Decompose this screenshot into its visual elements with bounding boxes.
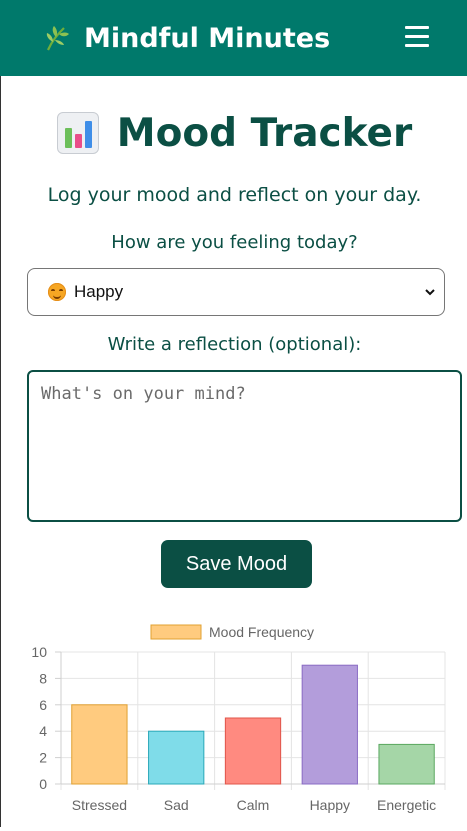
chevron-down-icon — [425, 289, 435, 296]
page-header: Mood Tracker — [1, 106, 467, 160]
x-tick-label: Energetic — [377, 797, 436, 813]
brand-title: Mindful Minutes — [84, 22, 331, 54]
smiling-face-icon — [48, 283, 66, 301]
bar — [71, 704, 128, 785]
mood-select-value: Happy — [74, 282, 124, 301]
y-tick-label: 6 — [39, 697, 47, 713]
x-tick-label: Calm — [237, 797, 270, 813]
reflection-label: Write a reflection (optional): — [107, 334, 362, 355]
bar — [378, 743, 435, 785]
top-navigation-bar: Mindful Minutes — [0, 0, 467, 76]
bar-chart-icon — [56, 112, 99, 154]
x-tick-label: Stressed — [72, 797, 127, 813]
x-tick-label: Sad — [164, 797, 189, 813]
page-title: Mood Tracker — [116, 110, 413, 156]
mood-frequency-chart: Mood Frequency 0 2 4 6 8 10 Stressed Sad Calm Happ… — [1, 616, 467, 827]
x-tick-label: Happy — [310, 797, 350, 813]
bar — [224, 717, 282, 785]
brand[interactable]: Mindful Minutes — [42, 18, 330, 58]
save-mood-button[interactable]: Save Mood — [161, 540, 312, 588]
y-tick-label: 8 — [39, 670, 47, 686]
bar — [148, 730, 205, 785]
y-tick-label: 4 — [39, 723, 47, 739]
y-tick-label: 0 — [39, 776, 47, 792]
y-tick-label: 2 — [39, 750, 47, 766]
hamburger-menu-icon[interactable] — [405, 24, 431, 50]
legend-label: Mood Frequency — [209, 624, 314, 640]
page-subtitle: Log your mood and reflect on your day. — [47, 184, 422, 206]
herb-leaf-icon — [46, 26, 69, 51]
mood-select-label: How are you feeling today? — [111, 232, 358, 253]
y-tick-label: 10 — [31, 644, 47, 660]
reflection-textarea[interactable] — [27, 370, 462, 522]
bar — [301, 664, 358, 785]
chart-canvas: Mood Frequency 0 2 4 6 8 10 Stressed Sad Calm Happ… — [31, 624, 446, 813]
main-content: Mood Tracker Log your mood and reflect o… — [0, 76, 467, 827]
legend-swatch — [150, 624, 202, 640]
mood-select[interactable]: Happy — [27, 268, 445, 316]
